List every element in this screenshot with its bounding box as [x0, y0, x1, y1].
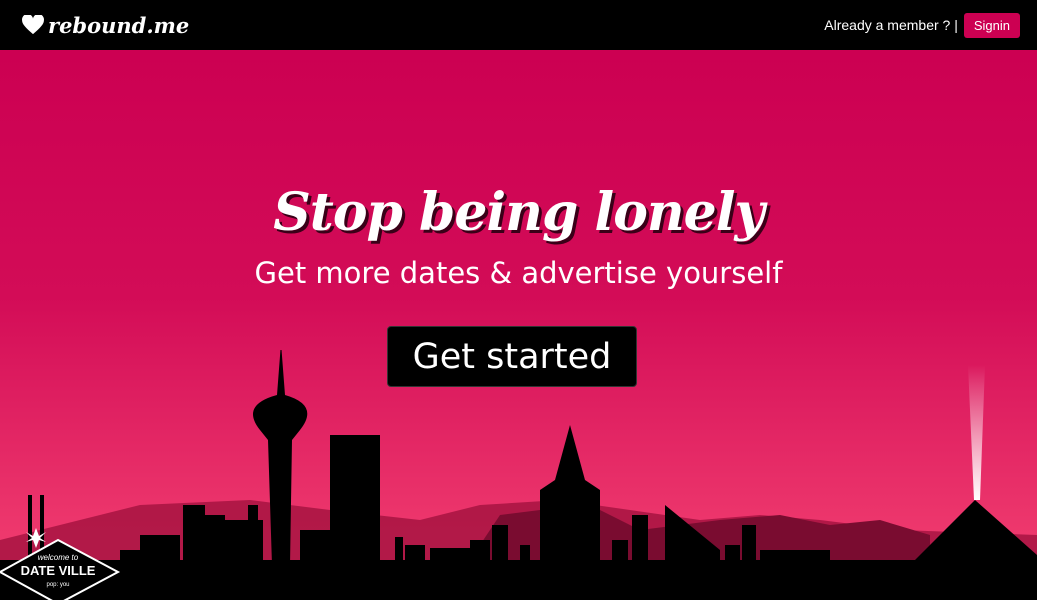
top-nav: rebound.me Already a member ? | Signin: [0, 0, 1037, 50]
signin-button[interactable]: Signin: [963, 12, 1020, 38]
dateville-sign: welcome to DATE VILLE pop: you: [0, 528, 121, 600]
brand-logo[interactable]: rebound.me: [22, 13, 189, 38]
city-skyline: [0, 350, 1037, 600]
sign-line1: welcome to: [38, 553, 79, 562]
sparkle-icon: [26, 528, 46, 548]
heart-icon: [22, 15, 44, 35]
hero-subtitle: Get more dates & advertise yourself: [254, 256, 783, 290]
light-beam: [968, 365, 985, 500]
hero-section: Stop being lonely Get more dates & adver…: [0, 50, 1037, 600]
sign-line3: pop: you: [46, 582, 69, 588]
brand-name: rebound.me: [48, 12, 190, 38]
hero-title: Stop being lonely: [273, 182, 764, 243]
member-text: Already a member ? |: [824, 17, 958, 33]
sign-line2: DATE VILLE: [21, 563, 96, 578]
